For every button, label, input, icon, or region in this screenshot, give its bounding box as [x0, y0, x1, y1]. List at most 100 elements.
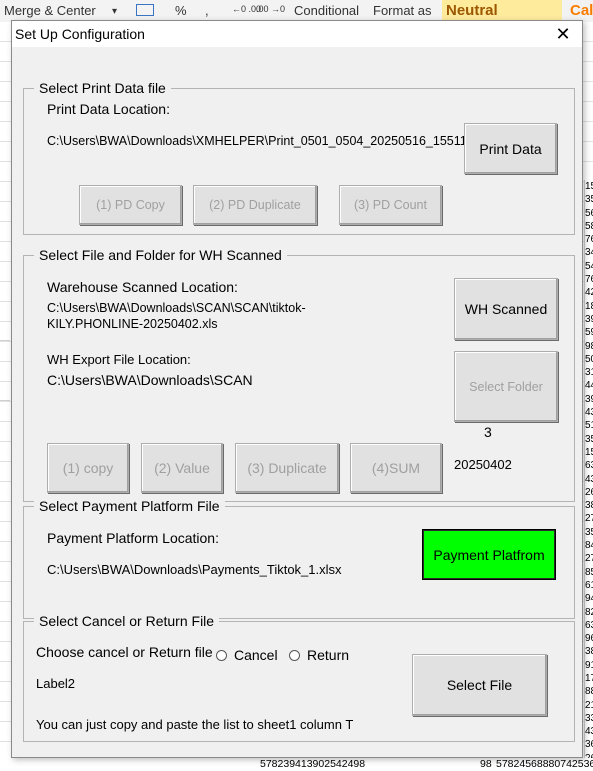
cell-value[interactable]: 39 — [585, 313, 593, 326]
excel-bottom-row: 578239413902542498 98 578245688807425366 — [0, 758, 593, 771]
style-calculation[interactable]: Cal — [566, 0, 593, 22]
cell-value[interactable]: 63 — [585, 619, 593, 632]
cancel-radio[interactable]: Cancel — [216, 647, 278, 663]
cell-value[interactable]: 27 — [585, 552, 593, 565]
cell-value[interactable]: 54 — [585, 260, 593, 273]
payment-platform-location-label: Payment Platform Location: — [47, 530, 219, 546]
cell-value[interactable]: 84 — [585, 539, 593, 552]
cell-value[interactable]: 33 — [585, 712, 593, 725]
cell-value[interactable]: 31 — [585, 366, 593, 379]
print-data-frame: Select Print Data file Print Data Locati… — [23, 80, 575, 235]
cell-value[interactable]: 39 — [585, 393, 593, 406]
cell-value[interactable]: 35 — [585, 193, 593, 206]
style-neutral[interactable]: Neutral — [442, 0, 562, 22]
cell-value[interactable]: 96 — [585, 632, 593, 645]
sum-button[interactable]: (4)SUM — [350, 443, 442, 493]
cell-value[interactable]: 82 — [585, 606, 593, 619]
select-file-button[interactable]: Select File — [412, 654, 547, 716]
payment-platform-path: C:\Users\BWA\Downloads\Payments_Tiktok_1… — [47, 562, 342, 577]
cell-value[interactable]: 63 — [585, 459, 593, 472]
cell-value[interactable]: 43 — [585, 406, 593, 419]
print-data-location-label: Print Data Location: — [47, 101, 170, 117]
cell-value[interactable]: 42 — [585, 286, 593, 299]
cell-value[interactable]: 38 — [585, 645, 593, 658]
date-value: 20250402 — [454, 457, 512, 472]
cell-value[interactable]: 15 — [585, 446, 593, 459]
cell-value[interactable]: 35 — [585, 526, 593, 539]
warehouse-scanned-location-label: Warehouse Scanned Location: — [47, 279, 238, 295]
radio-icon[interactable] — [216, 649, 227, 661]
cell-value[interactable]: 578245688807425366 — [496, 758, 593, 771]
pd-count-button[interactable]: (3) PD Count — [339, 185, 442, 225]
pd-duplicate-button[interactable]: (2) PD Duplicate — [193, 185, 317, 225]
chevron-down-icon[interactable]: ▾ — [112, 6, 117, 17]
payment-platform-button[interactable]: Payment Platfrom — [422, 529, 556, 580]
cell-value[interactable]: 578239413902542498 — [260, 758, 365, 771]
cell-value[interactable]: 36 — [585, 738, 593, 751]
copy-paste-hint: You can just copy and paste the list to … — [36, 717, 354, 732]
value-button[interactable]: (2) Value — [141, 443, 223, 493]
label2: Label2 — [36, 676, 76, 691]
cell-value[interactable]: 58 — [585, 220, 593, 233]
radio-icon[interactable] — [289, 649, 300, 661]
wh-export-path: C:\Users\BWA\Downloads\SCAN — [47, 372, 253, 388]
setup-configuration-dialog: Set Up Configuration ✕ Select Print Data… — [11, 20, 583, 758]
cell-value[interactable]: 98 — [480, 758, 492, 771]
format-as-table-button[interactable]: Format as — [373, 3, 432, 18]
grid-line — [0, 400, 10, 401]
cell-value[interactable]: 50 — [585, 353, 593, 366]
wh-frame-title: Select File and Folder for WH Scanned — [34, 247, 287, 263]
cell-value[interactable]: 15 — [585, 180, 593, 193]
cell-value[interactable]: 17 — [585, 672, 593, 685]
cell-value[interactable]: 91 — [585, 659, 593, 672]
cell-value[interactable]: 35 — [585, 433, 593, 446]
select-folder-button[interactable]: Select Folder — [454, 351, 558, 422]
cell-value[interactable]: 59 — [585, 326, 593, 339]
payment-platform-frame: Select Payment Platform File Payment Pla… — [23, 498, 575, 619]
duplicate-button[interactable]: (3) Duplicate — [235, 443, 339, 493]
warehouse-scanned-path: C:\Users\BWA\Downloads\SCAN\SCAN\tiktok-… — [47, 301, 306, 331]
wh-scanned-frame: Select File and Folder for WH Scanned Wa… — [23, 247, 575, 502]
conditional-formatting-button[interactable]: Conditional — [294, 3, 359, 18]
cell-value[interactable]: 56 — [585, 207, 593, 220]
cancel-return-frame: Select Cancel or Return File Choose canc… — [23, 613, 575, 742]
cell-value[interactable]: 38 — [585, 499, 593, 512]
dialog-title: Set Up Configuration — [15, 26, 145, 42]
cell-value[interactable]: 43 — [585, 725, 593, 738]
print-frame-title: Select Print Data file — [34, 80, 171, 96]
cell-value[interactable]: 76 — [585, 233, 593, 246]
return-radio-label: Return — [307, 647, 350, 663]
accounting-format-icon[interactable] — [136, 4, 154, 16]
dialog-titlebar[interactable]: Set Up Configuration ✕ — [12, 21, 582, 47]
cell-value[interactable]: 18 — [585, 300, 593, 313]
cell-value[interactable]: 51 — [585, 419, 593, 432]
cell-value[interactable]: 44 — [585, 379, 593, 392]
close-icon[interactable]: ✕ — [550, 22, 576, 46]
cancel-radio-label: Cancel — [234, 647, 278, 663]
choose-cancel-return-label: Choose cancel or Return file — [36, 644, 213, 660]
wh-scanned-button[interactable]: WH Scanned — [454, 278, 558, 340]
print-data-button[interactable]: Print Data — [464, 123, 557, 174]
copy-button[interactable]: (1) copy — [47, 443, 129, 493]
cell-value[interactable]: 61 — [585, 579, 593, 592]
excel-right-column: 1535565876345476421839599850314439435135… — [584, 180, 593, 771]
print-data-path: C:\Users\BWA\Downloads\XMHELPER\Print_05… — [47, 134, 499, 148]
cell-value[interactable]: 43 — [585, 473, 593, 486]
percent-style-button[interactable]: % — [175, 3, 187, 18]
cell-value[interactable]: 85 — [585, 566, 593, 579]
cell-value[interactable]: 27 — [585, 512, 593, 525]
count-value: 3 — [484, 424, 492, 440]
cell-value[interactable]: 76 — [585, 273, 593, 286]
cell-value[interactable]: 88 — [585, 685, 593, 698]
merge-center-button[interactable]: Merge & Center — [4, 3, 96, 18]
cell-value[interactable]: 34 — [585, 246, 593, 259]
pd-copy-button[interactable]: (1) PD Copy — [79, 185, 182, 225]
comma-style-button[interactable]: , — [205, 3, 209, 18]
cell-value[interactable]: 26 — [585, 486, 593, 499]
cell-value[interactable]: 98 — [585, 340, 593, 353]
cell-value[interactable]: 21 — [585, 699, 593, 712]
cancel-frame-title: Select Cancel or Return File — [34, 613, 220, 629]
return-radio[interactable]: Return — [289, 647, 349, 663]
cell-value[interactable]: 94 — [585, 592, 593, 605]
decrease-decimal-button[interactable]: .00 →0 — [256, 4, 285, 14]
